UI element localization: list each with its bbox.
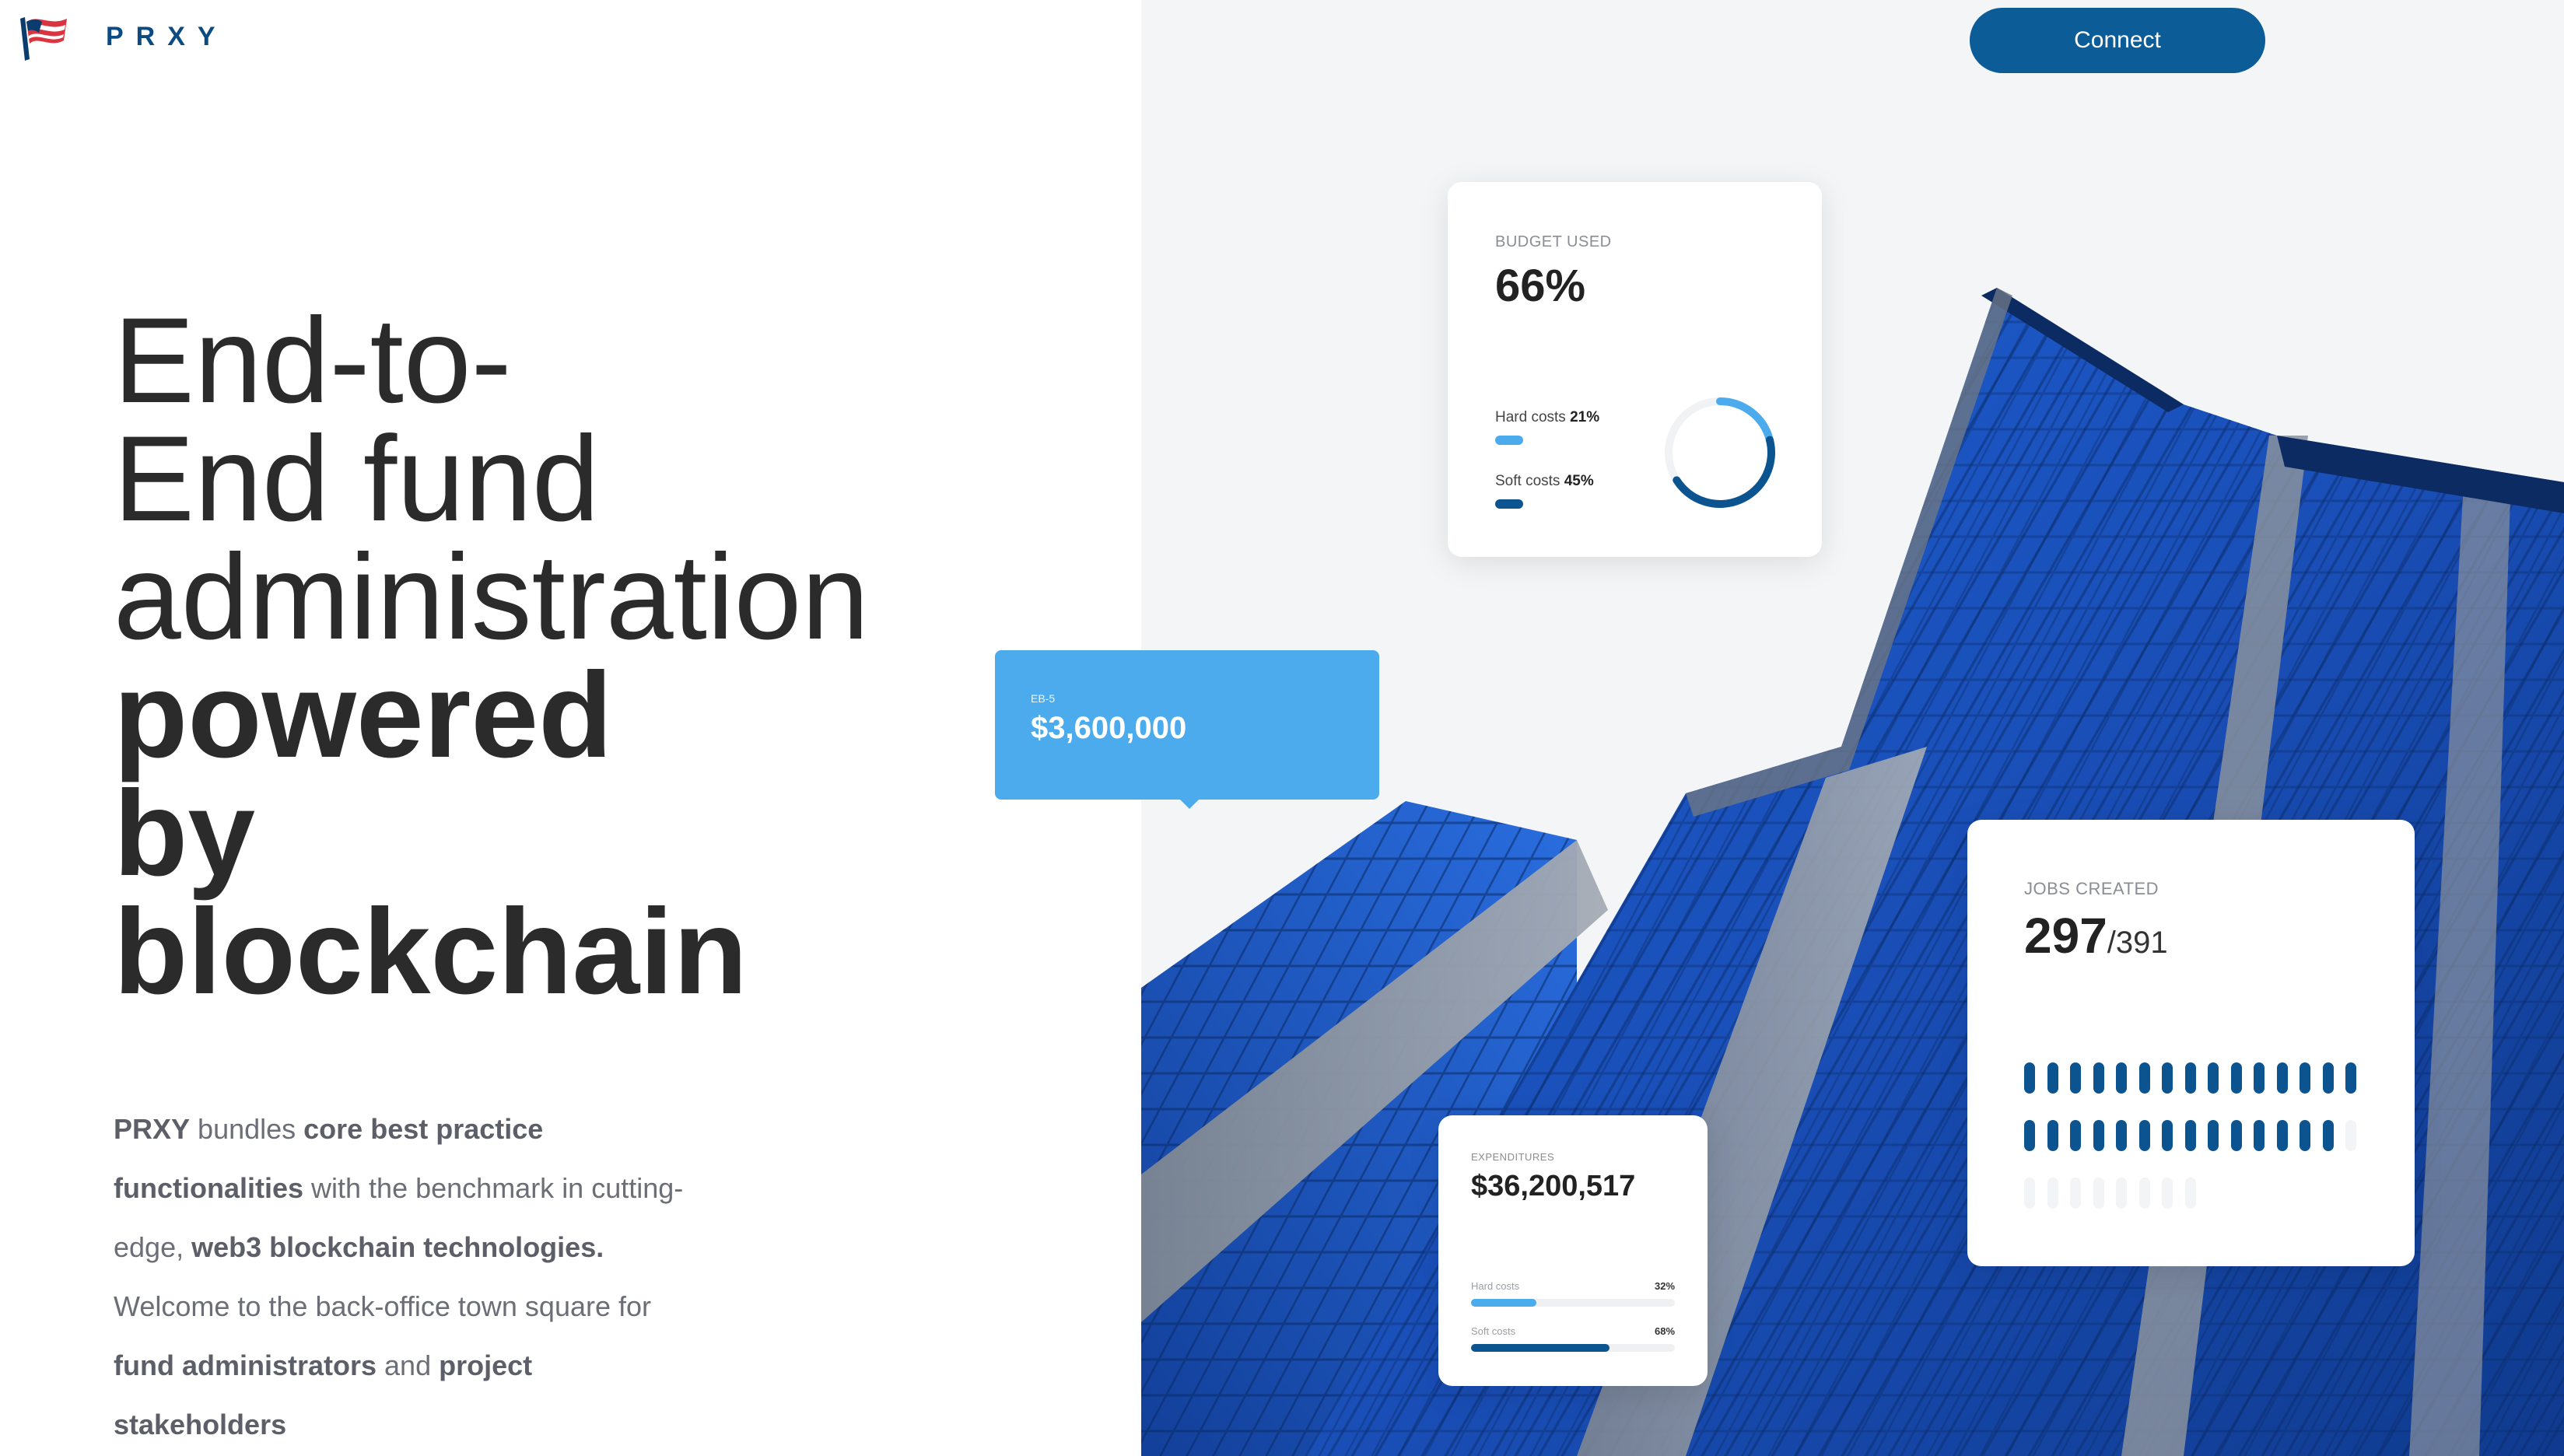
soft-costs-label: Soft costs 45% xyxy=(1495,473,1594,490)
soft-costs-text: Soft costs xyxy=(1495,473,1564,489)
headline-line: End-to- xyxy=(114,293,512,429)
hard-costs-pct: 32% xyxy=(1655,1280,1676,1292)
job-pill xyxy=(2093,1062,2104,1094)
job-pill xyxy=(2345,1062,2356,1094)
job-pill xyxy=(2162,1120,2173,1151)
soft-costs-pct: 68% xyxy=(1655,1325,1676,1337)
hero-panel: PRXY End-to- End fund administration pow… xyxy=(0,0,1141,1456)
job-pill xyxy=(2230,1062,2242,1094)
job-pill xyxy=(2047,1120,2058,1151)
job-pill xyxy=(2116,1062,2127,1094)
job-pill xyxy=(2322,1120,2334,1151)
eb5-label: EB-5 xyxy=(1031,692,1056,705)
jobs-created-card: JOBS CREATED 297/391 xyxy=(1967,820,2415,1266)
job-pill xyxy=(2300,1120,2310,1151)
job-pill xyxy=(2300,1062,2310,1094)
job-pill xyxy=(2116,1120,2127,1151)
job-pill xyxy=(2276,1062,2288,1094)
connect-button[interactable]: Connect xyxy=(1970,8,2265,73)
headline-line: powered xyxy=(114,648,613,783)
job-pill xyxy=(2322,1062,2334,1094)
card-label: BUDGET USED xyxy=(1495,233,1612,250)
job-pill xyxy=(2345,1120,2356,1151)
job-pill xyxy=(2230,1120,2242,1151)
soft-costs-label: Soft costs xyxy=(1471,1325,1516,1337)
card-value: $36,200,517 xyxy=(1471,1170,1636,1202)
job-pill xyxy=(2070,1178,2081,1209)
page-title: End-to- End fund administration powered … xyxy=(114,293,1047,1020)
hard-costs-label: Hard costs xyxy=(1471,1280,1520,1292)
budget-donut-chart xyxy=(1665,397,1775,508)
hard-costs-fill xyxy=(1471,1299,1536,1307)
job-pill xyxy=(2254,1062,2265,1094)
intro-text: fund administrators xyxy=(114,1349,377,1381)
hard-costs-bar xyxy=(1495,436,1523,445)
soft-costs-fill xyxy=(1471,1344,1610,1352)
card-value: 66% xyxy=(1495,261,1586,311)
jobs-total: /391 xyxy=(2107,926,2168,960)
jobs-count: 297/391 xyxy=(2024,907,2168,964)
job-pill xyxy=(2024,1120,2035,1151)
job-pill xyxy=(2138,1178,2150,1209)
intro-text: web3 blockchain technologies. xyxy=(191,1231,604,1263)
job-pill xyxy=(2070,1062,2081,1094)
headline-line: End fund xyxy=(114,411,600,547)
job-pill xyxy=(2047,1178,2058,1209)
job-pill xyxy=(2162,1062,2173,1094)
job-pill xyxy=(2047,1062,2058,1094)
brand-name[interactable]: PRXY xyxy=(106,22,228,52)
hard-costs-pct: 21% xyxy=(1570,409,1600,425)
job-pill xyxy=(2116,1178,2127,1209)
job-pill xyxy=(2184,1062,2196,1094)
soft-costs-track xyxy=(1471,1344,1675,1352)
budget-used-card: BUDGET USED 66% Hard costs 21% Soft cost… xyxy=(1448,182,1822,557)
job-pill xyxy=(2138,1062,2150,1094)
hard-costs-label: Hard costs 21% xyxy=(1495,409,1599,426)
jobs-value: 297 xyxy=(2024,908,2107,964)
flag-logo-icon[interactable] xyxy=(16,12,70,64)
donut-soft-segment xyxy=(1673,436,1775,508)
hard-costs-text: Hard costs xyxy=(1495,409,1571,425)
card-label: EXPENDITURES xyxy=(1471,1151,1555,1163)
headline-line: by xyxy=(114,766,256,901)
intro-paragraph: PRXY bundles core best practice function… xyxy=(114,1100,705,1454)
intro-text: PRXY xyxy=(114,1113,191,1145)
soft-costs-bar xyxy=(1495,499,1523,509)
tooltip-pointer xyxy=(1179,798,1200,809)
job-pill xyxy=(2093,1178,2104,1209)
intro-text: and xyxy=(377,1349,440,1381)
card-label: JOBS CREATED xyxy=(2024,879,2159,898)
job-pill xyxy=(2184,1178,2196,1209)
donut-hard-segment xyxy=(1716,397,1774,444)
job-pill xyxy=(2184,1120,2196,1151)
soft-costs-pct: 45% xyxy=(1564,473,1594,489)
expenditures-card: EXPENDITURES $36,200,517 Hard costs 32% … xyxy=(1438,1115,1708,1386)
headline-line: administration xyxy=(114,530,870,665)
intro-text: Welcome to the back-office town square f… xyxy=(114,1290,652,1322)
job-pill xyxy=(2208,1120,2219,1151)
intro-text: bundles xyxy=(190,1113,304,1145)
job-pill xyxy=(2276,1120,2288,1151)
job-pill xyxy=(2024,1062,2035,1094)
headline-line: blockchain xyxy=(114,884,748,1020)
job-pill xyxy=(2138,1120,2150,1151)
eb5-card: EB-5 $3,600,000 xyxy=(995,650,1379,809)
job-pill xyxy=(2254,1120,2265,1151)
job-pill xyxy=(2162,1178,2173,1209)
hard-costs-track xyxy=(1471,1299,1675,1307)
job-pill xyxy=(2024,1178,2035,1209)
job-pill xyxy=(2070,1120,2081,1151)
eb5-value: $3,600,000 xyxy=(1031,711,1187,745)
job-pill xyxy=(2208,1062,2219,1094)
job-pill xyxy=(2093,1120,2104,1151)
